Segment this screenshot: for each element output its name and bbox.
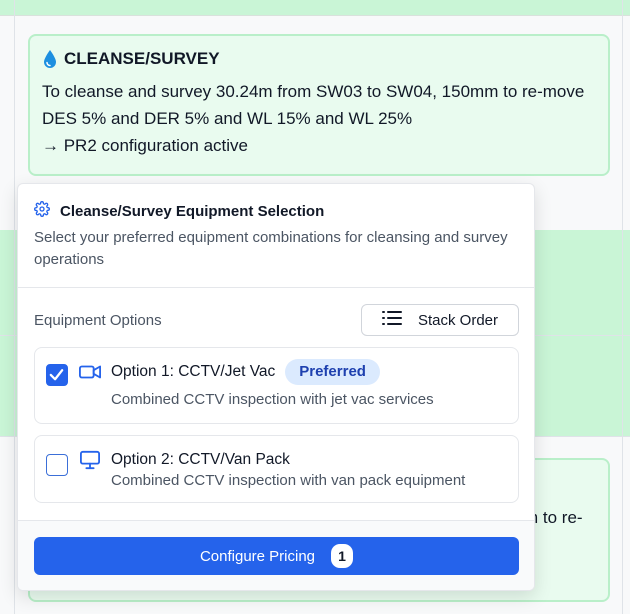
equipment-option-2[interactable]: Option 2: CCTV/Van Pack Combined CCTV in… [34,435,519,503]
popover-footer: Configure Pricing 1 [18,520,534,590]
preferred-badge: Preferred [285,359,380,385]
equipment-options-label: Equipment Options [34,311,162,329]
configuration-status: → PR2 configuration active [42,136,248,155]
popover-header: Cleanse/Survey Equipment Selection Selec… [18,184,534,288]
option-2-checkbox[interactable] [46,454,68,476]
popover-subtitle: Select your preferred equipment combinat… [34,229,508,268]
option-2-description: Combined CCTV inspection with van pack e… [111,472,466,489]
option-2-title: Option 2: CCTV/Van Pack [111,451,290,468]
stack-order-button[interactable]: Stack Order [361,304,519,336]
cleanse-survey-heading: CLEANSE/SURVEY [42,48,596,70]
cleanse-survey-description: To cleanse and survey 30.24m from SW03 t… [42,82,585,128]
water-drop-icon [42,49,58,69]
table-divider [14,0,15,614]
option-1-description: Combined CCTV inspection with jet vac se… [111,391,434,408]
cleanse-survey-title: CLEANSE/SURVEY [64,49,220,68]
table-row-header-band [0,0,630,16]
option-1-checkbox[interactable] [46,364,68,386]
option-1-title: Option 1: CCTV/Jet Vac [111,363,276,380]
equipment-option-1[interactable]: Option 1: CCTV/Jet Vac Preferred Combine… [34,347,519,424]
video-camera-icon [79,363,101,386]
stack-order-label: Stack Order [417,311,499,329]
selected-count-badge: 1 [331,544,354,568]
table-divider [622,0,623,614]
configure-pricing-button[interactable]: Configure Pricing 1 [34,537,519,575]
configure-pricing-label: Configure Pricing [199,547,316,565]
cleanse-survey-card: CLEANSE/SURVEY To cleanse and survey 30.… [28,34,610,176]
equipment-selection-popover: Cleanse/Survey Equipment Selection Selec… [17,183,535,591]
list-icon [381,310,402,330]
popover-title: Cleanse/Survey Equipment Selection [60,202,325,220]
gear-icon [34,200,50,222]
equipment-options-header: Equipment Options Stack Order [34,304,519,336]
monitor-icon [79,450,101,475]
